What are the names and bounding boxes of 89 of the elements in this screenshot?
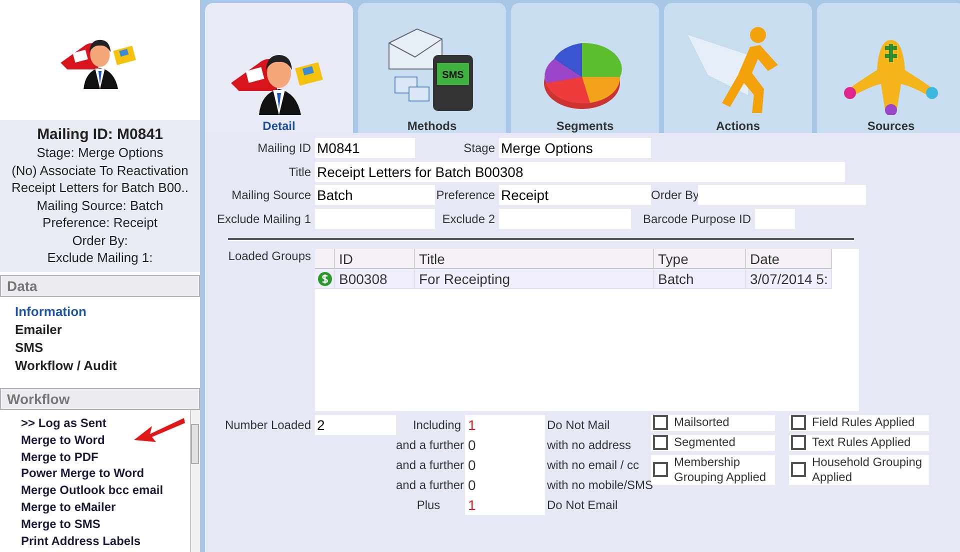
text-field[interactable]: 2 — [315, 414, 396, 434]
count-note: with no email / cc — [546, 458, 640, 472]
summary-line: (No) Associate To Reactivation — [10, 162, 190, 179]
workflow-item[interactable]: Print Address Labels — [21, 532, 141, 550]
checkbox-row[interactable]: Segmented — [651, 434, 775, 450]
field-label: Loaded Groups — [227, 248, 312, 262]
field-label: Exclude 2 — [441, 212, 496, 226]
count-note: Do Not Mail — [546, 418, 611, 432]
checkbox[interactable] — [653, 415, 668, 430]
count-field[interactable]: 1 — [465, 494, 545, 514]
checkbox-row[interactable]: Field Rules Applied — [789, 414, 929, 430]
scrollbar[interactable] — [190, 410, 200, 552]
checkbox-row[interactable]: Mailsorted — [651, 414, 775, 430]
nav-link[interactable]: Information — [15, 303, 86, 321]
table-cell: B00308 — [335, 268, 415, 288]
checkbox-row[interactable]: Membership Grouping Applied — [651, 454, 775, 484]
column-header[interactable]: Date — [746, 248, 832, 268]
field-label: Order By — [651, 188, 698, 202]
workflow-item[interactable]: Merge Outlook bcc email — [21, 482, 164, 499]
sms-text: SMS — [442, 70, 464, 81]
table-cell: For Receipting — [415, 268, 654, 288]
field-label: Number Loaded — [224, 416, 312, 434]
checkbox[interactable] — [791, 435, 806, 450]
count-field[interactable]: 0 — [465, 434, 545, 454]
nav-link[interactable]: Emailer — [15, 321, 62, 339]
count-note: Do Not Email — [546, 498, 619, 512]
checkbox[interactable] — [791, 415, 806, 430]
workflow-item[interactable]: Merge to SMS — [21, 516, 100, 533]
tab[interactable]: Segments — [511, 3, 659, 133]
tab[interactable]: SMS Methods — [358, 3, 506, 133]
field-label: Mailing Source — [230, 188, 312, 202]
tab[interactable]: Detail — [205, 3, 353, 133]
summary-line: Exclude Mailing 1: — [46, 249, 154, 266]
count-note: with no address — [546, 438, 632, 452]
field-label: Title — [288, 164, 312, 178]
checkbox-label: Mailsorted — [674, 415, 730, 430]
tab[interactable]: Sources — [817, 3, 960, 133]
column-header[interactable]: Title — [415, 248, 654, 268]
summary-line: Preference: Receipt — [42, 214, 158, 232]
count-field[interactable]: 1 — [465, 414, 545, 434]
text-field[interactable] — [315, 208, 435, 228]
field-label: Preference — [435, 188, 496, 202]
field-label: Mailing ID — [256, 141, 312, 155]
workflow-item[interactable]: Merge to eMailer — [21, 498, 116, 516]
nav-link[interactable]: SMS — [15, 339, 44, 357]
text-field[interactable]: Merge Options — [499, 138, 651, 158]
section-header: Workflow — [0, 388, 200, 410]
checkbox[interactable] — [653, 435, 668, 450]
checkbox[interactable] — [653, 462, 668, 477]
text-field[interactable] — [698, 185, 866, 205]
checkbox-label: Household Grouping Applied — [812, 454, 924, 484]
checkbox-row[interactable]: Household Grouping Applied — [789, 454, 929, 484]
workflow-item[interactable]: Power Merge to Word — [21, 465, 144, 482]
count-field[interactable]: 0 — [465, 474, 545, 494]
table-cell: Batch — [654, 268, 746, 288]
field-label: Stage — [462, 141, 496, 155]
workflow-item[interactable]: Merge to PDF — [21, 448, 98, 466]
checkbox-label: Membership Grouping Applied — [674, 454, 768, 484]
summary-line: Stage: Merge Options — [36, 144, 164, 162]
count-field[interactable]: 0 — [465, 454, 545, 474]
count-note: with no mobile/SMS — [546, 478, 651, 492]
text-field[interactable]: Receipt Letters for Batch B00308 — [315, 162, 845, 182]
text-field[interactable] — [499, 208, 631, 228]
count-label: Plus — [416, 498, 442, 512]
summary-line: Order By: — [71, 232, 129, 249]
checkbox-label: Segmented — [674, 435, 736, 450]
nav-link[interactable]: Workflow / Audit — [15, 357, 117, 375]
table-cell: 3/07/2014 5: — [746, 268, 832, 288]
checkbox-row[interactable]: Text Rules Applied — [789, 434, 929, 450]
count-label: Including — [412, 418, 461, 432]
field-label: Barcode Purpose ID — [642, 212, 752, 226]
checkbox-label: Field Rules Applied — [812, 415, 915, 430]
checkbox-label: Text Rules Applied — [812, 435, 911, 450]
workflow-item[interactable]: Merge to Word — [21, 432, 105, 449]
text-field[interactable]: Receipt — [499, 185, 651, 205]
summary-line: Receipt Letters for Batch B00.. — [10, 179, 190, 196]
text-field[interactable]: M0841 — [315, 138, 415, 158]
mailing-title: Mailing ID: M0841 — [36, 126, 164, 143]
tab[interactable]: Actions — [664, 3, 812, 133]
column-header[interactable]: Type — [654, 248, 746, 268]
section-header: Data — [0, 275, 200, 297]
phone-icon — [433, 55, 473, 111]
field-label: Exclude Mailing 1 — [216, 212, 312, 226]
column-header[interactable]: ID — [335, 248, 415, 268]
workflow-item[interactable]: >> Log as Sent — [21, 415, 106, 432]
summary-line: Mailing Source: Batch — [36, 196, 164, 214]
checkbox[interactable] — [791, 462, 806, 477]
text-field[interactable] — [755, 208, 795, 228]
text-field[interactable]: Batch — [315, 185, 435, 205]
